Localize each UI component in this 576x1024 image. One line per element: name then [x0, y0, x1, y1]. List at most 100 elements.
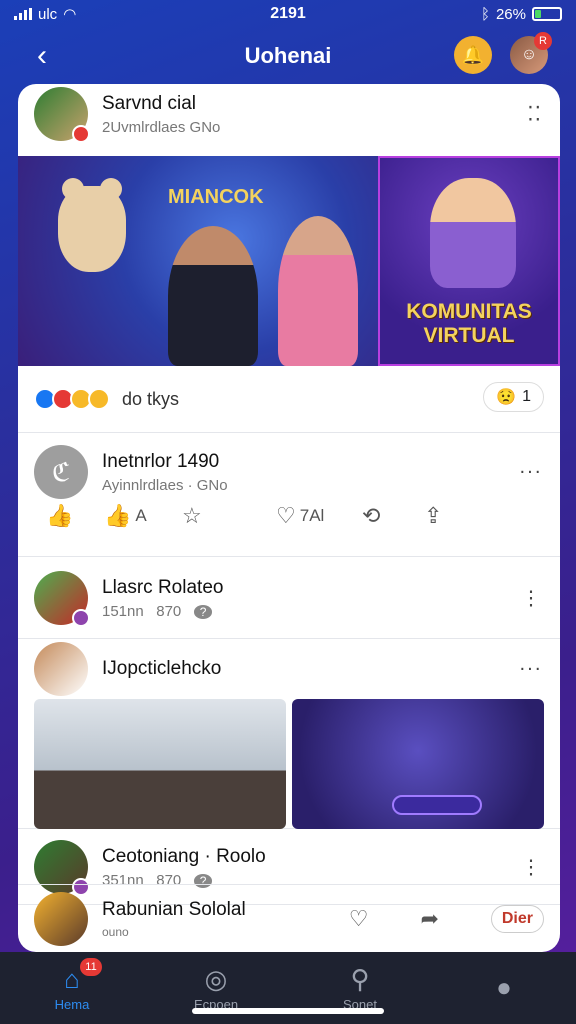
- author-name[interactable]: Inetnrlor 1490: [102, 451, 228, 473]
- person-illustration: [168, 226, 258, 366]
- person-icon: ☺: [520, 46, 538, 63]
- star-icon[interactable]: ☆: [182, 503, 276, 529]
- avatar[interactable]: [34, 571, 90, 627]
- reaction-emoji-icon: 😟: [496, 389, 517, 406]
- status-right: ᛒ 26%: [481, 6, 562, 23]
- like-button[interactable]: 👍 A: [104, 503, 182, 529]
- meta-time: 151nn: [102, 602, 144, 620]
- banner-main-image: MIANCOK: [18, 156, 378, 366]
- avatar[interactable]: [34, 87, 90, 143]
- meta-badge: ?: [193, 604, 213, 619]
- more-icon[interactable]: ⋮: [521, 855, 542, 880]
- home-badge: 11: [80, 958, 102, 976]
- post-row: IJopcticlehcko ···: [18, 639, 560, 829]
- chevron-left-icon[interactable]: ‹: [24, 38, 60, 74]
- avatar[interactable]: [34, 642, 88, 696]
- like-label: A: [135, 506, 147, 525]
- post-subtitle: 2Uvmlrdlaes GNo: [102, 118, 221, 136]
- post-banner[interactable]: MIANCOK KOMUNITAS VIRTUAL: [18, 156, 560, 366]
- reaction-icons[interactable]: [34, 388, 110, 410]
- love-count: 7Al: [299, 506, 325, 525]
- comment-icon[interactable]: ⟲: [362, 503, 424, 529]
- banner-side-image: KOMUNITAS VIRTUAL: [378, 156, 560, 366]
- location-icon[interactable]: ♡: [349, 906, 369, 932]
- carrier-label: ulc: [38, 5, 58, 23]
- more-icon[interactable]: ···: [519, 658, 542, 681]
- status-left: ulc ◠: [14, 5, 76, 23]
- like-icon: 👍: [104, 503, 132, 528]
- author-name[interactable]: Rabunian Sololal: [102, 899, 246, 921]
- author-name[interactable]: Sarvnd cial: [102, 93, 220, 115]
- banner-caption-line1: KOMUNITAS: [406, 300, 532, 323]
- post-row: ℭ Inetnrlor 1490 Ayinnlrdlaes · GNo ··· …: [18, 443, 560, 557]
- search-icon: ⚲: [350, 964, 370, 994]
- post-meta: Llasrc Rolateo 151nn 870 ?: [102, 577, 223, 620]
- wow-reaction-icon: [88, 388, 110, 410]
- avatar[interactable]: ☺ R: [510, 32, 552, 74]
- banner-caption-line2: VIRTUAL: [423, 324, 515, 347]
- love-button[interactable]: ♡ 7Al: [276, 503, 362, 529]
- bell-icon[interactable]: 🔔: [454, 36, 492, 74]
- photo-strip: [18, 699, 560, 829]
- post-subtitle: Ayinnlrdlaes · GNo: [102, 476, 228, 494]
- notification-badge: R: [534, 32, 552, 50]
- tab-home[interactable]: ⌂ 11 Hema: [22, 958, 122, 1012]
- group-photo[interactable]: [34, 699, 286, 829]
- author-name[interactable]: Ceotoniang · Roolo: [102, 846, 266, 868]
- profile-icon: ●: [496, 971, 512, 1002]
- tab-explore[interactable]: ◎ Ecpoen: [166, 964, 266, 1012]
- home-icon: ⌂: [64, 964, 80, 994]
- app-header: ‹ Uohenai 🔔 ☺ R: [0, 28, 576, 84]
- post-meta: Sarvnd cial 2Uvmlrdlaes GNo: [102, 93, 220, 136]
- photo-glow-pill: [392, 795, 482, 815]
- post-header: IJopcticlehcko ···: [18, 639, 560, 699]
- post-action-bar: 👍 👍 A ☆ ♡ 7Al ⟲ ⇪: [18, 501, 560, 529]
- avatar[interactable]: [34, 891, 88, 946]
- person-illustration: [278, 216, 358, 366]
- status-bar: ulc ◠ 2191 ᛒ 26%: [0, 0, 576, 28]
- reaction-pill-count: 1: [522, 388, 531, 405]
- feed-card: Sarvnd cial 2Uvmlrdlaes GNo ⁚⁚ MIANCOK K…: [18, 84, 560, 952]
- thumb-icon[interactable]: 👍: [46, 503, 104, 529]
- post-meta-line: 151nn 870 ?: [102, 603, 223, 620]
- post-header: Llasrc Rolateo 151nn 870 ? ⋮: [18, 557, 560, 639]
- author-name[interactable]: IJopcticlehcko: [102, 658, 221, 680]
- share-icon[interactable]: ⇪: [424, 503, 442, 529]
- tab-profile[interactable]: ●: [454, 972, 554, 1005]
- avatar[interactable]: ℭ: [34, 445, 88, 499]
- author-name[interactable]: Llasrc Rolateo: [102, 577, 223, 599]
- status-badge: [72, 609, 90, 627]
- tab-search[interactable]: ⚲ Sonet: [310, 964, 410, 1012]
- default-avatar-icon: ℭ: [51, 456, 71, 487]
- more-icon[interactable]: ···: [519, 461, 542, 484]
- sticker-pill[interactable]: Dier: [490, 904, 544, 933]
- signal-icon: [14, 8, 32, 20]
- group-photo[interactable]: [292, 699, 544, 829]
- more-icon[interactable]: ⁚⁚: [527, 102, 542, 127]
- post-header: ℭ Inetnrlor 1490 Ayinnlrdlaes · GNo ···: [18, 443, 560, 501]
- post-row: Llasrc Rolateo 151nn 870 ? ⋮: [18, 557, 560, 639]
- reaction-pill[interactable]: 😟 1: [483, 382, 544, 412]
- teddy-bear-illustration: [58, 178, 126, 272]
- battery-percent: 26%: [495, 5, 526, 23]
- banner-caption: KOMUNITAS VIRTUAL: [380, 300, 558, 348]
- home-indicator: [192, 1008, 384, 1014]
- post-meta: Rabunian Sololal ouno: [102, 899, 246, 939]
- cartoon-hero-illustration: [430, 178, 516, 288]
- wifi-icon: ◠: [63, 6, 77, 23]
- post-meta: Ceotoniang · Roolo 351nn 870 ?: [102, 846, 266, 889]
- more-icon[interactable]: ⋮: [521, 586, 542, 611]
- share-icon[interactable]: ➦: [420, 906, 438, 932]
- post-meta: IJopcticlehcko: [102, 658, 221, 680]
- post-subtitle: ouno: [102, 924, 129, 939]
- banner-brand: MIANCOK: [168, 186, 264, 208]
- tab-label: Hema: [54, 997, 90, 1012]
- post-meta: Inetnrlor 1490 Ayinnlrdlaes · GNo: [102, 451, 228, 494]
- meta-count: 870: [156, 602, 182, 620]
- post-header: Sarvnd cial 2Uvmlrdlaes GNo ⁚⁚: [18, 84, 560, 144]
- page-title: Uohenai: [244, 43, 332, 68]
- reaction-summary[interactable]: do tkys: [122, 389, 179, 410]
- status-time: 2191: [270, 5, 306, 22]
- verified-badge: [72, 125, 90, 143]
- post-row: Rabunian Sololal ouno ♡ ➦ Dier: [18, 884, 560, 952]
